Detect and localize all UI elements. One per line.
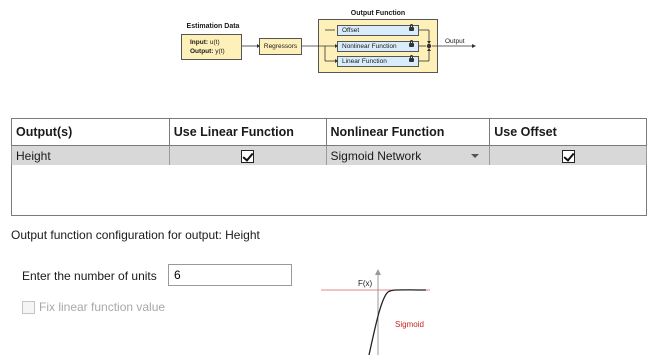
sigmoid-label: Sigmoid — [395, 320, 424, 329]
fx-label: F(x) — [358, 279, 373, 288]
use-offset-cell[interactable] — [489, 145, 647, 166]
config-heading: Output function configuration for output… — [11, 228, 260, 242]
diagram-connectors — [242, 29, 476, 63]
use-linear-checkbox[interactable] — [241, 149, 255, 163]
header-use-linear[interactable]: Use Linear Function — [168, 118, 327, 146]
fix-linear-label: Fix linear function value — [39, 300, 166, 314]
header-outputs[interactable]: Output(s) — [11, 118, 170, 146]
nonlinear-function-cell[interactable]: Sigmoid Network — [325, 145, 491, 166]
sigmoid-plot — [321, 269, 430, 355]
units-label: Enter the number of units — [22, 269, 157, 283]
chevron-down-icon[interactable] — [471, 153, 480, 158]
use-linear-cell[interactable] — [168, 145, 327, 166]
output-arrow-label: Output — [445, 38, 465, 45]
y-axis-arrow — [375, 269, 381, 275]
table-row[interactable]: Height Sigmoid Network — [11, 145, 647, 166]
units-input[interactable] — [168, 264, 292, 286]
header-use-offset[interactable]: Use Offset — [489, 118, 647, 146]
table-empty-area — [11, 165, 647, 216]
output-function-table: Output(s) Use Linear Function Nonlinear … — [11, 118, 647, 166]
fix-linear-option[interactable]: Fix linear function value — [22, 300, 165, 314]
nonlinear-function-value: Sigmoid Network — [330, 148, 422, 163]
fix-linear-checkbox[interactable] — [22, 300, 35, 314]
output-name-cell[interactable]: Height — [11, 145, 170, 166]
use-offset-checkbox[interactable] — [561, 149, 575, 163]
header-nonlinear[interactable]: Nonlinear Function — [325, 118, 491, 146]
